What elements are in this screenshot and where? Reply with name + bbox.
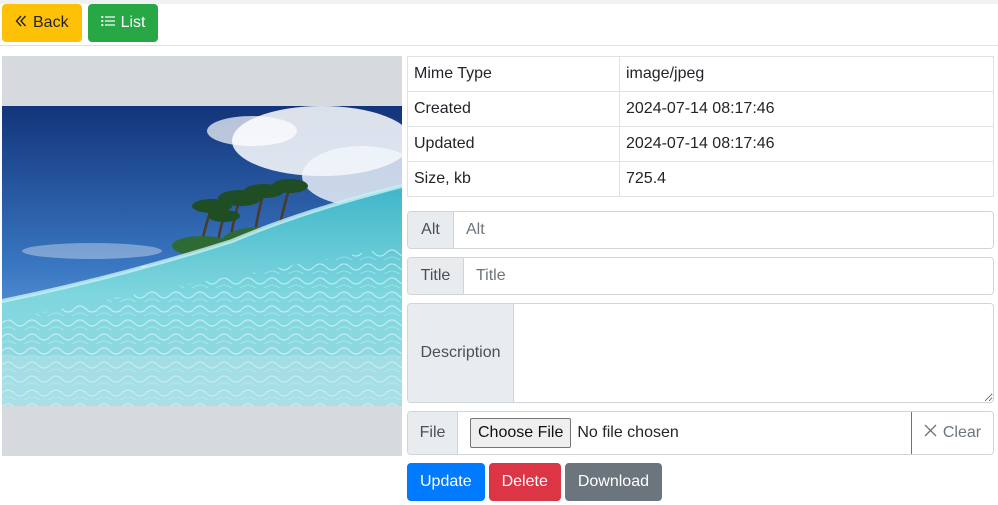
media-edit-page: Back List Mime Type image/jpeg Created 2… (0, 0, 998, 505)
toolbar: Back List (2, 4, 158, 42)
title-input-group: Title (407, 257, 994, 295)
back-label: Back (33, 14, 69, 31)
metadata-table: Mime Type image/jpeg Created 2024-07-14 … (407, 56, 994, 197)
table-row: Size, kb 725.4 (407, 161, 994, 197)
form-actions: Update Delete Download (407, 463, 662, 501)
meta-label: Created (407, 91, 620, 127)
list-icon (100, 14, 115, 32)
meta-label: Size, kb (407, 161, 620, 197)
choose-file-button[interactable]: Choose File (470, 418, 572, 448)
list-label: List (120, 14, 146, 31)
file-picker: Choose File No file chosen (458, 412, 911, 454)
back-button[interactable]: Back (2, 4, 82, 42)
table-row: Created 2024-07-14 08:17:46 (407, 91, 994, 127)
no-file-text: No file chosen (577, 424, 679, 441)
list-button[interactable]: List (87, 4, 158, 42)
description-textarea[interactable] (514, 304, 993, 402)
clear-button[interactable]: Clear (911, 412, 993, 454)
meta-value: 2024-07-14 08:17:46 (619, 91, 994, 127)
update-button[interactable]: Update (407, 463, 485, 501)
file-input-group: File Choose File No file chosen Clear (407, 411, 994, 455)
title-input[interactable] (464, 258, 993, 294)
file-label: File (408, 412, 458, 454)
toolbar-divider (0, 45, 998, 46)
meta-value: 725.4 (619, 161, 994, 197)
close-icon (924, 424, 937, 442)
image-preview (2, 56, 402, 456)
description-label: Description (408, 304, 514, 402)
table-row: Mime Type image/jpeg (407, 56, 994, 92)
meta-label: Mime Type (407, 56, 620, 92)
alt-input[interactable] (454, 212, 993, 248)
double-chevron-left-icon (15, 14, 27, 32)
alt-input-group: Alt (407, 211, 994, 249)
clear-label: Clear (942, 424, 982, 441)
alt-label: Alt (408, 212, 454, 248)
meta-value: image/jpeg (619, 56, 994, 92)
description-input-group: Description (407, 303, 994, 403)
beach-photo (2, 106, 402, 406)
meta-label: Updated (407, 126, 620, 162)
delete-button[interactable]: Delete (488, 463, 561, 501)
download-button[interactable]: Download (564, 463, 662, 501)
table-row: Updated 2024-07-14 08:17:46 (407, 126, 994, 162)
title-label: Title (408, 258, 464, 294)
meta-value: 2024-07-14 08:17:46 (619, 126, 994, 162)
